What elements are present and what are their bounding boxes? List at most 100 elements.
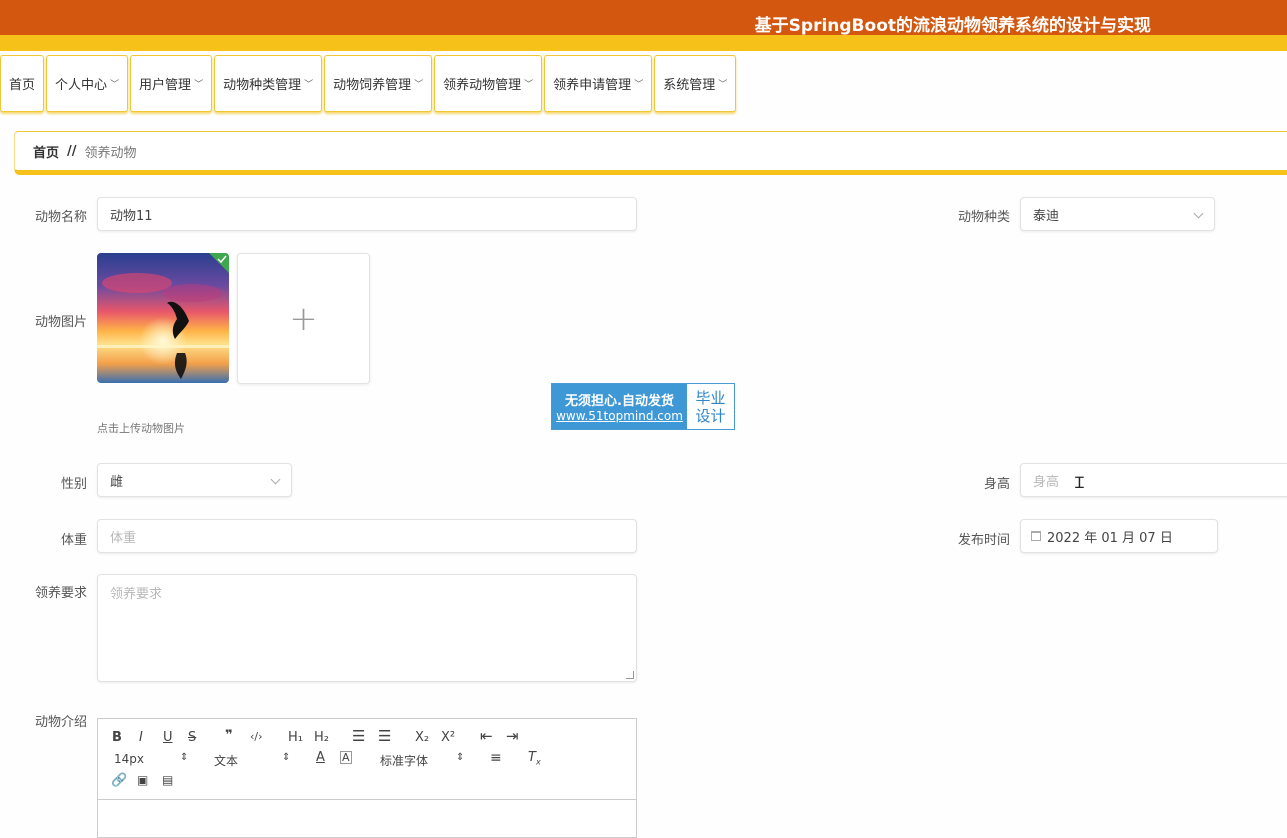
nav-label: 领养动物管理 [443, 78, 522, 93]
watermark-right: 毕业 设计 [687, 384, 734, 429]
chevron-down-icon: ﹀ [634, 80, 644, 90]
chevron-down-icon: ﹀ [414, 80, 424, 90]
weight-input[interactable]: 体重 [97, 519, 637, 553]
animal-category-select[interactable]: 泰迪 [1020, 197, 1215, 231]
font-family-value: 标准字体 [380, 754, 429, 768]
gender-value: 雌 [110, 474, 124, 490]
chevron-down-icon: ﹀ [524, 80, 534, 90]
rich-text-editor[interactable]: B I U S ❞ ‹/› H₁ H₂ ☰ ☰ X₂ X² ⇤ ⇥ 14px ⇕… [97, 718, 637, 838]
resize-handle-icon[interactable] [626, 671, 634, 679]
nav-label: 动物饲养管理 [333, 78, 412, 93]
breadcrumb-separator: // [67, 143, 77, 159]
editor-toolbar: B I U S ❞ ‹/› H₁ H₂ ☰ ☰ X₂ X² ⇤ ⇥ 14px ⇕… [98, 719, 636, 800]
requirements-textarea[interactable]: 领养要求 [97, 574, 637, 682]
updown-icon: ⇕ [180, 752, 189, 763]
font-color-icon[interactable]: A [316, 750, 325, 765]
nav-item-user-management[interactable]: 用户管理 ﹀ [130, 55, 213, 112]
align-icon[interactable]: ≡ [490, 750, 502, 766]
animal-category-value: 泰迪 [1033, 208, 1060, 224]
requirements-placeholder: 领养要求 [110, 587, 163, 602]
chevron-down-icon: ﹀ [110, 80, 120, 90]
intro-label: 动物介绍 [34, 715, 87, 730]
updown-icon: ⇕ [456, 752, 465, 763]
nav-item-home[interactable]: 首页 [0, 55, 45, 112]
updown-icon: ⇕ [282, 752, 291, 763]
plus-icon: + [289, 298, 318, 339]
underline-button[interactable]: U [163, 730, 173, 745]
height-input[interactable]: 身高 [1020, 463, 1287, 497]
nav-label: 动物种类管理 [223, 78, 302, 93]
watermark-url: www.51topmind.com [556, 409, 683, 423]
indent-icon[interactable]: ⇥ [506, 727, 519, 745]
chevron-down-icon: ﹀ [304, 80, 314, 90]
superscript-button[interactable]: X² [441, 730, 455, 745]
chevron-down-icon: ﹀ [718, 80, 728, 90]
animal-image-label: 动物图片 [34, 315, 87, 330]
calendar-icon [1031, 531, 1041, 541]
video-icon[interactable]: ▤ [162, 773, 173, 787]
animal-name-input[interactable]: 动物11 [97, 197, 637, 231]
publish-time-picker[interactable]: 2022 年 01 月 07 日 [1020, 519, 1218, 553]
dolphin-sunset-image [97, 253, 229, 383]
publish-time-value: 2022 年 01 月 07 日 [1047, 530, 1173, 546]
weight-placeholder: 体重 [110, 530, 137, 546]
nav-label: 系统管理 [663, 78, 716, 93]
bullet-list-icon[interactable]: ☰ [378, 727, 391, 745]
upload-hint: 点击上传动物图片 [97, 422, 185, 435]
top-header: 基于SpringBoot的流浪动物领养系统的设计与实现 [0, 0, 1287, 36]
italic-button[interactable]: I [139, 730, 143, 745]
main-nav: 首页 个人中心 ﹀ 用户管理 ﹀ 动物种类管理 ﹀ 动物饲养管理 ﹀ 领养动物管理 ﹀ 领… [0, 55, 738, 113]
watermark-text-3: 设计 [695, 406, 726, 425]
animal-name-label: 动物名称 [34, 210, 87, 225]
nav-item-adoption-requests[interactable]: 领养申请管理 ﹀ [544, 55, 653, 112]
code-block-button[interactable]: ‹/› [250, 730, 263, 743]
publish-time-label: 发布时间 [957, 533, 1010, 548]
nav-label: 领养申请管理 [553, 78, 632, 93]
watermark-text-2: 毕业 [695, 388, 726, 407]
subscript-button[interactable]: X₂ [415, 730, 429, 745]
blockquote-button[interactable]: ❞ [225, 728, 233, 743]
chevron-down-icon: ﹀ [194, 80, 204, 90]
outdent-icon[interactable]: ⇤ [480, 727, 493, 745]
app-title: 基于SpringBoot的流浪动物领养系统的设计与实现 [754, 16, 1151, 36]
upload-add-button[interactable]: + [237, 253, 370, 384]
font-family-select[interactable]: 标准字体 [380, 752, 428, 769]
chevron-down-icon [270, 474, 281, 485]
nav-label: 用户管理 [139, 78, 192, 93]
gender-select[interactable]: 雌 [97, 463, 292, 497]
requirements-label: 领养要求 [34, 586, 87, 601]
breadcrumb-home[interactable]: 首页 [33, 142, 59, 161]
nav-item-animal-category[interactable]: 动物种类管理 ﹀ [214, 55, 323, 112]
strike-button[interactable]: S [188, 730, 196, 745]
link-icon[interactable]: 🔗 [111, 773, 127, 788]
nav-item-system[interactable]: 系统管理 ﹀ [654, 55, 737, 112]
weight-label: 体重 [60, 533, 87, 548]
ordered-list-icon[interactable]: ☰ [352, 727, 365, 745]
animal-name-value: 动物11 [110, 208, 153, 224]
heading1-button[interactable]: H₁ [288, 730, 303, 745]
header-stripe [0, 35, 1287, 51]
breadcrumb: 首页 // 领养动物 [14, 131, 1287, 175]
font-size-select[interactable]: 14px [114, 752, 144, 766]
text-cursor-icon: Ɪ [1075, 473, 1084, 492]
chevron-down-icon [1193, 208, 1204, 219]
nav-item-adoptable-animals[interactable]: 领养动物管理 ﹀ [434, 55, 543, 112]
background-color-icon[interactable]: A [340, 751, 352, 764]
uploaded-image-thumbnail[interactable] [97, 253, 229, 383]
gender-label: 性别 [60, 477, 87, 492]
font-size-value: 14px [114, 752, 144, 766]
image-icon[interactable]: ▣ [137, 773, 148, 787]
nav-item-animal-feeding[interactable]: 动物饲养管理 ﹀ [324, 55, 433, 112]
watermark-left: 无须担心.自动发货 www.51topmind.com [552, 384, 687, 429]
heading2-button[interactable]: H₂ [314, 730, 329, 745]
nav-label: 个人中心 [55, 78, 108, 93]
height-label: 身高 [983, 477, 1010, 492]
height-placeholder: 身高 [1033, 474, 1060, 490]
breadcrumb-current: 领养动物 [84, 145, 137, 161]
heading-select-value: 文本 [214, 754, 239, 768]
heading-select[interactable]: 文本 [214, 752, 238, 769]
nav-item-personal-center[interactable]: 个人中心 ﹀ [46, 55, 129, 112]
clear-format-icon[interactable]: Tx [528, 750, 541, 767]
bold-button[interactable]: B [112, 730, 122, 745]
animal-category-label: 动物种类 [957, 210, 1010, 225]
